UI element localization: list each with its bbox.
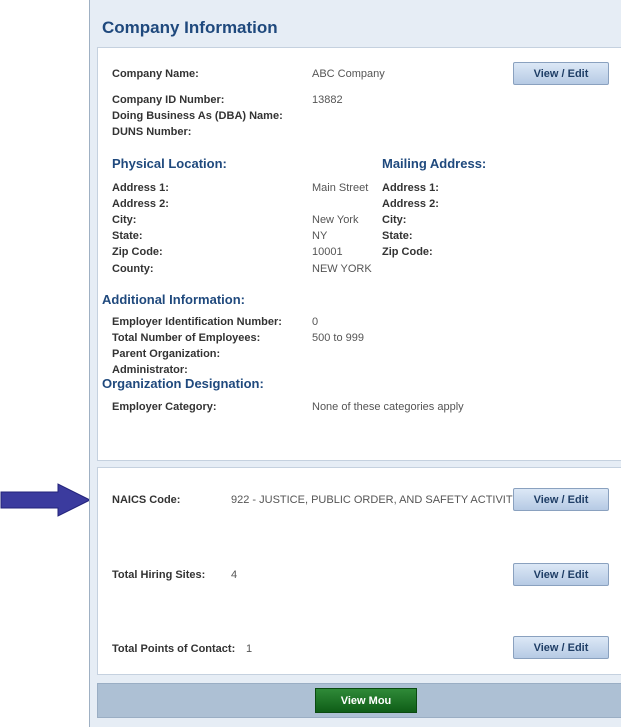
ein-label: Employer Identification Number:: [112, 316, 282, 328]
physical-location-heading: Physical Location:: [112, 156, 227, 171]
summary-panel: NAICS Code: 922 - JUSTICE, PUBLIC ORDER,…: [97, 467, 621, 675]
physical-address1-label: Address 1:: [112, 182, 169, 194]
company-view-edit-button[interactable]: View / Edit: [513, 62, 609, 85]
employees-value: 500 to 999: [312, 332, 364, 344]
company-information-frame: Company Information Company Name: ABC Co…: [89, 0, 621, 727]
footer-bar: View Mou: [97, 683, 621, 718]
employer-category-label: Employer Category:: [112, 401, 217, 413]
pointer-arrow-icon: [0, 483, 92, 517]
mailing-address1-label: Address 1:: [382, 182, 439, 194]
mailing-state-label: State:: [382, 230, 413, 242]
view-mou-button[interactable]: View Mou: [315, 688, 417, 713]
employees-label: Total Number of Employees:: [112, 332, 261, 344]
additional-information-heading: Additional Information:: [102, 292, 245, 307]
mailing-city-label: City:: [382, 214, 407, 226]
physical-address2-label: Address 2:: [112, 198, 169, 210]
points-of-contact-label: Total Points of Contact:: [112, 643, 236, 655]
company-id-label: Company ID Number:: [112, 94, 225, 106]
points-of-contact-value: 1: [246, 643, 253, 655]
physical-county-value: NEW YORK: [312, 263, 372, 275]
ein-value: 0: [312, 316, 319, 328]
physical-address1-value: Main Street: [312, 182, 369, 194]
physical-city-value: New York: [312, 214, 359, 226]
hiring-sites-view-edit-button[interactable]: View / Edit: [513, 563, 609, 586]
organization-designation-heading: Organization Designation:: [102, 376, 264, 391]
physical-state-label: State:: [112, 230, 143, 242]
mailing-zip-label: Zip Code:: [382, 246, 433, 258]
administrator-label: Administrator:: [112, 364, 188, 376]
naics-code-label: NAICS Code:: [112, 494, 181, 506]
contacts-view-edit-button[interactable]: View / Edit: [513, 636, 609, 659]
hiring-sites-value: 4: [231, 569, 238, 581]
physical-zip-value: 10001: [312, 246, 343, 258]
company-name-label: Company Name:: [112, 68, 199, 80]
physical-state-value: NY: [312, 230, 328, 242]
page-title: Company Information: [102, 18, 278, 37]
duns-number-label: DUNS Number:: [112, 126, 192, 138]
physical-zip-label: Zip Code:: [112, 246, 163, 258]
physical-county-label: County:: [112, 263, 154, 275]
mailing-address2-label: Address 2:: [382, 198, 439, 210]
dba-name-label: Doing Business As (DBA) Name:: [112, 110, 283, 122]
company-id-value: 13882: [312, 94, 343, 106]
parent-organization-label: Parent Organization:: [112, 348, 221, 360]
employer-category-value: None of these categories apply: [312, 401, 464, 413]
naics-view-edit-button[interactable]: View / Edit: [513, 488, 609, 511]
mailing-address-heading: Mailing Address:: [382, 156, 487, 171]
naics-code-value: 922 - JUSTICE, PUBLIC ORDER, AND SAFETY …: [231, 494, 531, 506]
company-name-value: ABC Company: [312, 68, 385, 80]
hiring-sites-label: Total Hiring Sites:: [112, 569, 206, 581]
company-details-panel: Company Name: ABC Company View / Edit Co…: [97, 47, 621, 461]
physical-city-label: City:: [112, 214, 137, 226]
